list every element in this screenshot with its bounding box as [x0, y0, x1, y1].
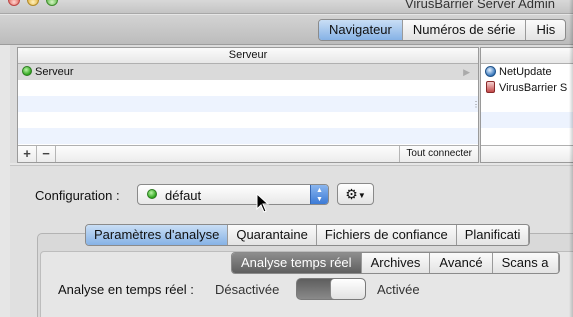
- server-row[interactable]: Serveur ▶: [18, 64, 478, 80]
- tab-planification[interactable]: Planificati: [457, 225, 530, 245]
- status-green-icon: [147, 189, 157, 199]
- virusbarrier-icon: [486, 81, 495, 93]
- disclosure-arrow-icon[interactable]: ▶: [463, 64, 470, 80]
- close-window-button[interactable]: [8, 0, 20, 6]
- product-list-header: [481, 48, 573, 64]
- status-green-icon: [22, 66, 32, 76]
- realtime-toggle[interactable]: [296, 278, 366, 300]
- app-window: VirusBarrier Server Admin Navigateur Num…: [0, 0, 573, 317]
- split-view-handle[interactable]: ⋮: [472, 100, 480, 109]
- product-list-footer: [481, 145, 573, 162]
- sub-tabs: Analyse temps réel Archives Avancé Scans…: [231, 252, 560, 274]
- window-edge-shadow: [569, 0, 573, 317]
- list-row-empty: [18, 128, 478, 144]
- server-list: Serveur Serveur ▶ + − Tout connecter: [17, 47, 479, 163]
- add-server-button[interactable]: +: [18, 146, 37, 162]
- configuration-label: Configuration :: [35, 188, 120, 203]
- server-list-footer: + − Tout connecter: [18, 145, 478, 162]
- realtime-off-label[interactable]: Désactivée: [215, 282, 279, 297]
- configuration-value: défaut: [165, 188, 202, 203]
- list-row-empty: [18, 80, 478, 96]
- tab-quarantaine[interactable]: Quarantaine: [228, 225, 317, 245]
- product-item-virusbarrier[interactable]: VirusBarrier S: [481, 80, 573, 96]
- mouse-cursor-icon: [256, 193, 270, 213]
- list-row-empty: [18, 112, 478, 128]
- toggle-knob[interactable]: [330, 279, 365, 299]
- window-title: VirusBarrier Server Admin: [404, 0, 555, 11]
- popup-arrows-icon: ▲ ▼: [310, 185, 328, 204]
- chevron-down-icon: ▼: [357, 191, 366, 200]
- configuration-area: Configuration : défaut ▲ ▼ ⚙▼ Paramètres …: [10, 165, 573, 317]
- toolbar-segmented-control: Navigateur Numéros de série His: [318, 19, 567, 41]
- tab-numeros-de-serie[interactable]: Numéros de série: [403, 20, 527, 40]
- tab-archives[interactable]: Archives: [362, 253, 431, 273]
- title-bar: VirusBarrier Server Admin: [0, 0, 573, 14]
- configuration-popup[interactable]: défaut ▲ ▼: [137, 184, 329, 205]
- gear-menu-button[interactable]: ⚙▼: [337, 183, 374, 205]
- tab-avance[interactable]: Avancé: [430, 253, 493, 273]
- product-item-label: NetUpdate: [499, 66, 552, 78]
- gear-icon: ⚙: [345, 186, 358, 202]
- list-row-empty: [481, 112, 573, 128]
- product-item-netupdate[interactable]: NetUpdate: [481, 64, 573, 80]
- tab-fichiers-de-confiance[interactable]: Fichiers de confiance: [317, 225, 457, 245]
- zoom-window-button[interactable]: [46, 0, 58, 6]
- connect-all-button[interactable]: Tout connecter: [399, 146, 478, 162]
- list-row-empty: [18, 96, 478, 112]
- server-row-label: Serveur: [35, 66, 74, 78]
- realtime-on-label[interactable]: Activée: [377, 282, 420, 297]
- realtime-label: Analyse en temps réel :: [58, 282, 194, 297]
- list-row-empty: [481, 96, 573, 112]
- server-panel: Serveur Serveur ▶ + − Tout connecter ⋮ N…: [10, 45, 573, 163]
- server-list-header[interactable]: Serveur: [18, 48, 478, 64]
- tab-navigateur[interactable]: Navigateur: [319, 20, 403, 40]
- main-tabs: Paramètres d'analyse Quarantaine Fichier…: [85, 224, 531, 246]
- tab-analyse-temps-reel[interactable]: Analyse temps réel: [232, 253, 362, 273]
- tab-parametres-analyse[interactable]: Paramètres d'analyse: [86, 225, 229, 245]
- netupdate-icon: [485, 66, 496, 77]
- minimize-window-button[interactable]: [27, 0, 39, 6]
- product-item-label: VirusBarrier S: [499, 82, 568, 94]
- toolbar: Navigateur Numéros de série His: [0, 15, 573, 45]
- product-list: NetUpdate VirusBarrier S: [480, 47, 573, 163]
- tab-scans[interactable]: Scans a: [493, 253, 559, 273]
- remove-server-button[interactable]: −: [37, 146, 56, 162]
- tab-historique[interactable]: His: [526, 20, 565, 40]
